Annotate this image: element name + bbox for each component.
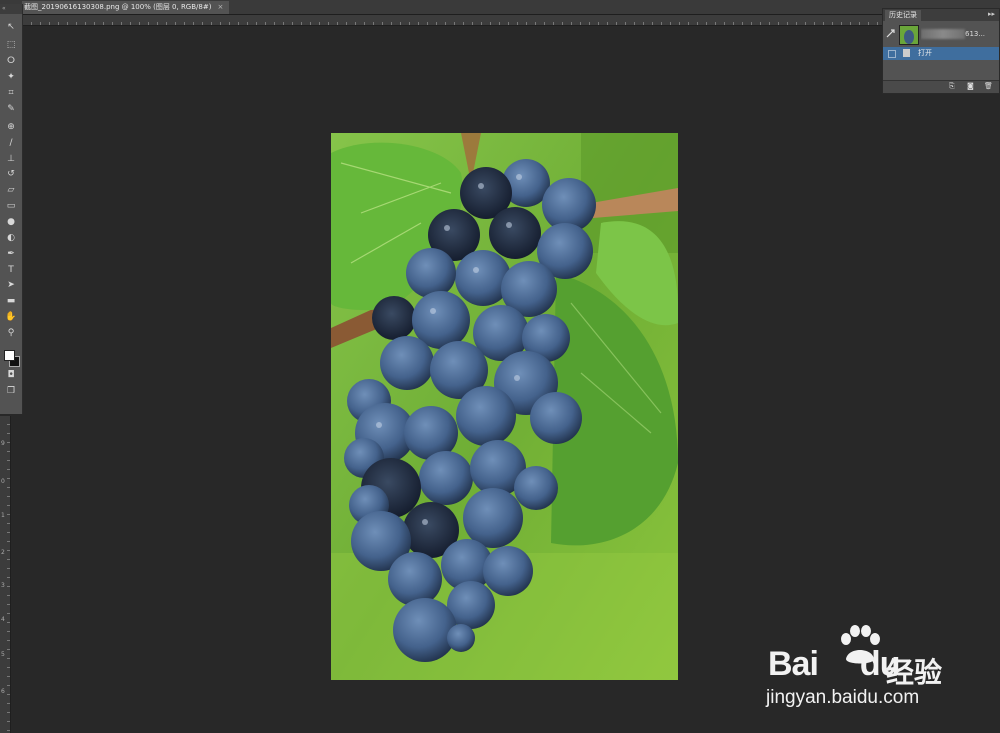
marquee-tool-icon[interactable]: ⬚ bbox=[3, 38, 19, 52]
eyedropper-tool-icon[interactable]: ✎ bbox=[3, 102, 19, 116]
lasso-tool-icon[interactable]: ⵔ bbox=[3, 54, 19, 68]
history-panel-footer: ⎘ ◙ 🗑 bbox=[883, 80, 999, 93]
document-icon bbox=[903, 49, 910, 57]
ruler-label: 0 bbox=[1, 478, 5, 485]
eraser-tool-icon[interactable]: ▱ bbox=[3, 183, 19, 197]
canvas-image[interactable] bbox=[331, 133, 678, 680]
quick-select-tool-icon[interactable]: ✦ bbox=[3, 70, 19, 84]
history-snapshot[interactable]: 613... bbox=[883, 23, 999, 45]
foreground-color-swatch[interactable] bbox=[4, 350, 15, 361]
screen-mode-icon[interactable]: ❐ bbox=[3, 384, 19, 398]
document-tab[interactable]: 截图_20190616130308.png @ 100% (图层 0, RGB/… bbox=[22, 1, 230, 14]
history-panel-tab[interactable]: 历史记录 bbox=[885, 10, 921, 21]
grape-photo bbox=[331, 133, 678, 680]
history-step-open[interactable]: 打开 bbox=[883, 47, 999, 60]
snapshot-name-redacted bbox=[921, 29, 965, 39]
pen-tool-icon[interactable]: ✒ bbox=[3, 247, 19, 261]
path-select-tool-icon[interactable]: ➤ bbox=[3, 278, 19, 292]
shape-tool-icon[interactable]: ▬ bbox=[3, 294, 19, 308]
gradient-tool-icon[interactable]: ▭ bbox=[3, 199, 19, 213]
document-tab-bar: 截图_20190616130308.png @ 100% (图层 0, RGB/… bbox=[0, 0, 1000, 15]
ruler-label: 4 bbox=[1, 616, 5, 623]
ruler-label: 5 bbox=[1, 651, 5, 658]
close-tab-icon[interactable]: × bbox=[217, 3, 223, 11]
blur-tool-icon[interactable]: ● bbox=[3, 215, 19, 229]
ruler-label: 9 bbox=[1, 440, 5, 447]
horizontal-ruler bbox=[22, 15, 1000, 26]
history-panel: 历史记录 ▸▸ 613... 打开 ⎘ ◙ 🗑 bbox=[882, 8, 1000, 94]
brush-tool-icon[interactable]: ∕ bbox=[3, 136, 19, 150]
document-tab-title: 截图_20190616130308.png @ 100% (图层 0, RGB/… bbox=[24, 3, 212, 11]
crop-tool-icon[interactable]: ⌗ bbox=[3, 86, 19, 100]
ruler-label: 3 bbox=[1, 582, 5, 589]
panel-menu-icon[interactable]: ▸▸ bbox=[988, 10, 995, 18]
snapshot-thumbnail bbox=[899, 25, 919, 45]
stamp-tool-icon[interactable]: ⊥ bbox=[3, 152, 19, 166]
ruler-label: 1 bbox=[1, 512, 5, 519]
history-brush-source-icon[interactable] bbox=[886, 29, 895, 38]
history-brush-tool-icon[interactable]: ↺ bbox=[3, 167, 19, 181]
step-checkbox[interactable] bbox=[888, 50, 896, 58]
trash-icon[interactable]: 🗑 bbox=[984, 82, 993, 90]
history-panel-header: 历史记录 ▸▸ bbox=[883, 9, 999, 21]
watermark-brand-prefix: Bai bbox=[768, 645, 819, 683]
hand-tool-icon[interactable]: ✋ bbox=[3, 310, 19, 324]
tools-panel-collapse[interactable]: « bbox=[0, 4, 22, 14]
watermark-url: jingyan.baidu.com bbox=[766, 687, 920, 708]
zoom-tool-icon[interactable]: ⚲ bbox=[3, 326, 19, 340]
dodge-tool-icon[interactable]: ◐ bbox=[3, 231, 19, 245]
history-step-label: 打开 bbox=[918, 49, 932, 57]
watermark-brand: Bai du bbox=[768, 645, 900, 684]
quick-mask-icon[interactable]: ◘ bbox=[3, 368, 19, 382]
tools-panel: « ↖ ⬚ ⵔ ✦ ⌗ ✎ ⊕ ∕ ⊥ ↺ ▱ ▭ ● ◐ ✒ T ➤ ▬ ✋ ⚲ ◘ ❐ bbox=[0, 4, 23, 414]
type-tool-icon[interactable]: T bbox=[3, 263, 19, 277]
snapshot-name: 613... bbox=[921, 27, 997, 41]
camera-snapshot-icon[interactable]: ◙ bbox=[967, 82, 974, 90]
ruler-label: 2 bbox=[1, 549, 5, 556]
watermark-cn: 经验 bbox=[886, 657, 943, 688]
vertical-ruler: 9 0 1 2 3 4 5 6 bbox=[0, 416, 11, 733]
ruler-label: 6 bbox=[1, 688, 5, 695]
healing-tool-icon[interactable]: ⊕ bbox=[3, 120, 19, 134]
move-tool-icon[interactable]: ↖ bbox=[3, 20, 19, 34]
new-document-from-state-icon[interactable]: ⎘ bbox=[949, 82, 955, 91]
snapshot-name-text: 613... bbox=[965, 30, 986, 38]
baidu-jingyan-watermark: Bai du 经验 jingyan.baidu.com bbox=[766, 625, 966, 715]
